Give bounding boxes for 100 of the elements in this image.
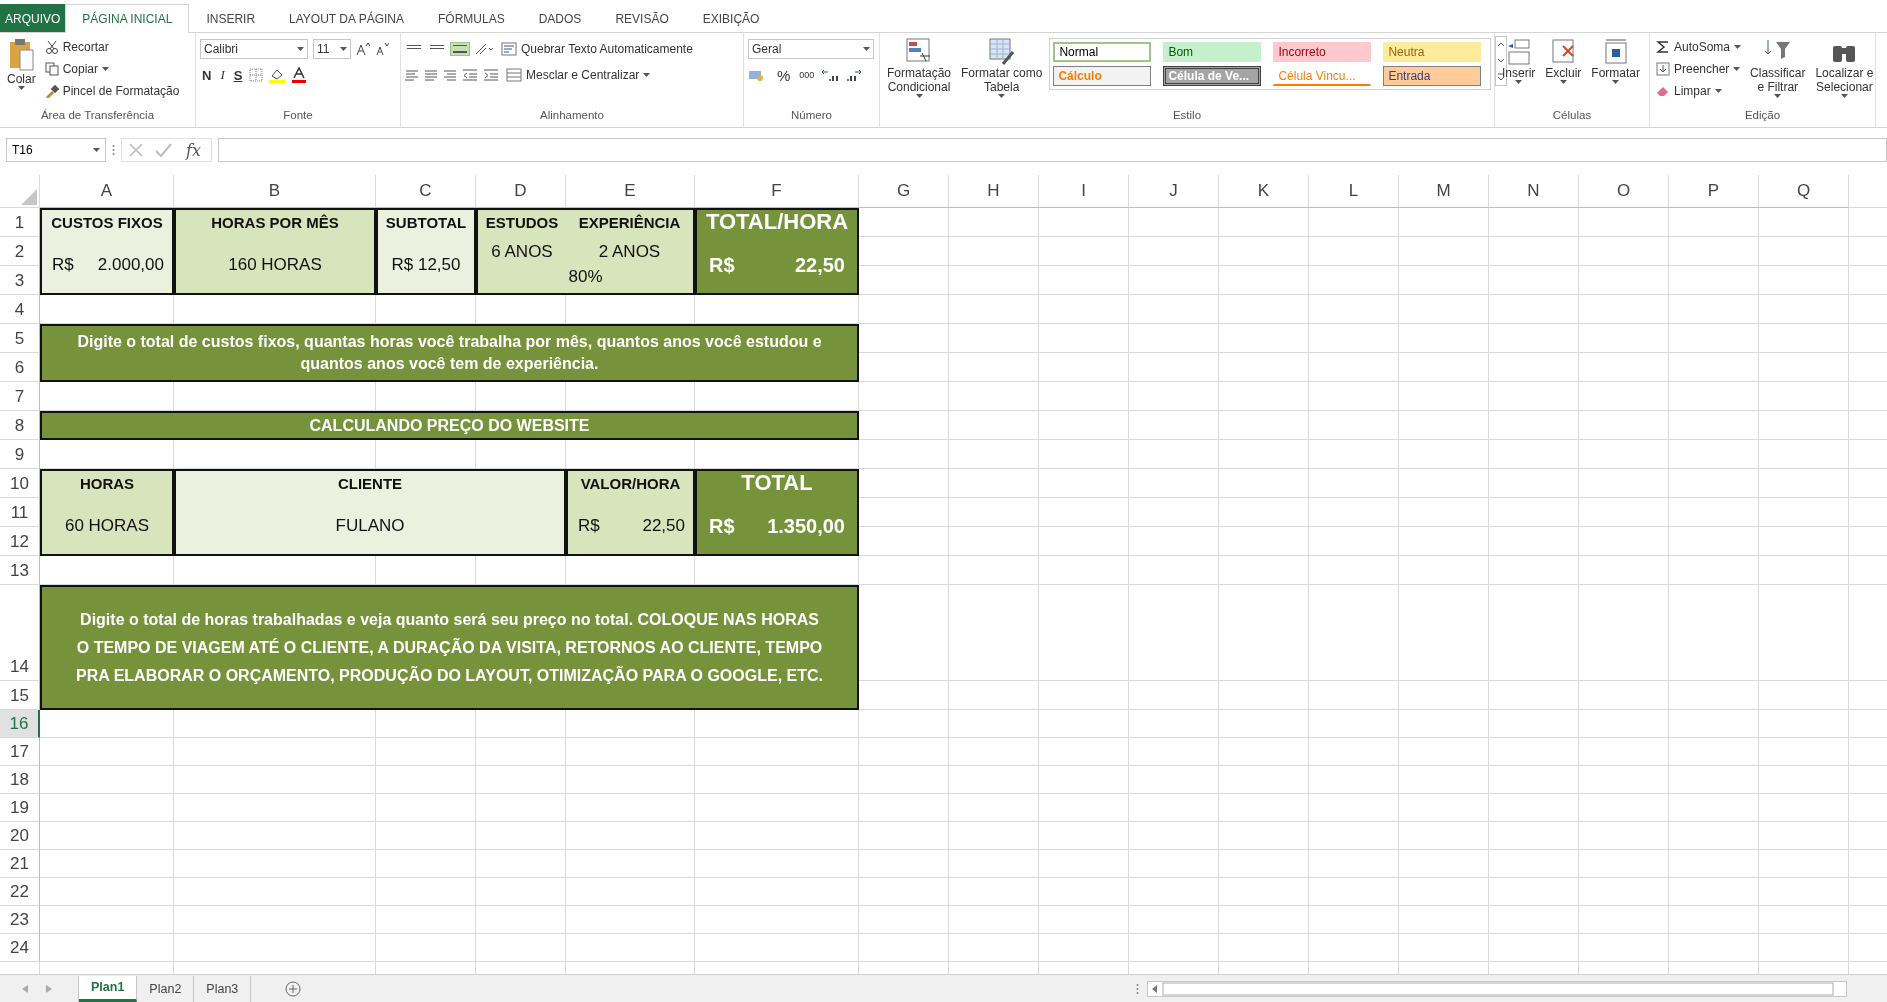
row-header[interactable]: 19 [0, 794, 40, 822]
ribbon-tab[interactable]: INSERIR [189, 4, 273, 32]
cell-style-option[interactable]: Entrada [1383, 66, 1482, 86]
caret-icon[interactable] [643, 73, 651, 77]
caret-icon[interactable] [1774, 94, 1782, 98]
cell-style-option[interactable]: Bom [1163, 42, 1262, 62]
table-cell: 160 HORAS [174, 237, 376, 295]
wrap-text-button[interactable]: Quebrar Texto Automaticamente [499, 38, 695, 60]
shrink-font-icon[interactable] [375, 42, 389, 56]
fill-button[interactable]: Preencher [1654, 58, 1744, 80]
cell-style-option[interactable]: Incorreto [1273, 42, 1372, 62]
delete-button[interactable]: Excluir [1542, 36, 1585, 86]
font-size-field[interactable]: 11 [313, 39, 351, 59]
ribbon-tab[interactable]: LAYOUT DA PÁGINA [272, 4, 421, 32]
cut-button[interactable]: Recortar [42, 36, 182, 58]
copy-button[interactable]: Copiar [42, 58, 182, 80]
ribbon-tab[interactable]: PÁGINA INICIAL [65, 4, 190, 33]
amount-text: 2.000,00 [97, 253, 164, 276]
currency-symbol: R$ [52, 253, 74, 276]
row-header[interactable]: 17 [0, 738, 40, 766]
underline-button[interactable]: S [231, 65, 245, 85]
align-button[interactable] [451, 43, 469, 55]
font-color-icon[interactable] [291, 67, 308, 83]
sheet-tab[interactable]: Plan2 [137, 975, 195, 1002]
scissors-icon [44, 40, 59, 54]
format-as-table-button[interactable]: Formatar como Tabela [958, 36, 1046, 100]
column-label: SUBTOTAL [376, 208, 476, 237]
caret-icon[interactable] [17, 86, 25, 90]
row-header[interactable]: 13 [0, 556, 40, 585]
row-header[interactable]: 16 [0, 710, 40, 738]
fill-color-icon[interactable] [268, 67, 287, 83]
ribbon-tab[interactable]: DADOS [521, 4, 599, 32]
caret-icon[interactable] [998, 94, 1006, 98]
column-label: EXPERIÊNCIA [566, 208, 695, 237]
dots-icon [1136, 982, 1139, 995]
format-painter-button[interactable]: Pincel de Formatação [42, 80, 182, 102]
row-header[interactable]: 7 [0, 382, 40, 411]
thousands-button[interactable]: 000 [797, 68, 817, 82]
grow-font-icon[interactable] [356, 42, 370, 56]
caret-icon[interactable] [297, 47, 304, 51]
table-cell: 2 ANOS [566, 237, 695, 266]
sheet-tab[interactable]: Plan3 [194, 975, 252, 1002]
row-header[interactable]: 21 [0, 850, 40, 878]
add-sheet-icon[interactable] [285, 980, 302, 997]
ribbon-tab[interactable]: REVISÃO [598, 4, 686, 32]
formula-input[interactable] [217, 138, 1887, 162]
decrease-decimal-icon[interactable] [844, 68, 863, 82]
find-select-button[interactable]: Localizar e Selecionar [1812, 36, 1877, 100]
insert-cells-icon [1506, 38, 1531, 66]
amount-text: 22,50 [642, 514, 685, 537]
row-header[interactable]: 9 [0, 440, 40, 469]
percent-button[interactable]: % [775, 64, 793, 86]
ribbon-tab[interactable]: EXIBIÇÃO [685, 4, 777, 32]
clear-button[interactable]: Limpar [1654, 80, 1744, 102]
format-button[interactable]: Formatar [1588, 36, 1644, 86]
cell-style-option[interactable]: Normal [1053, 42, 1152, 62]
row-header[interactable]: 18 [0, 766, 40, 794]
ribbon-tab[interactable]: FÓRMULAS [421, 4, 522, 32]
merge-center-button[interactable]: Mesclar e Centralizar [504, 64, 653, 86]
row-header[interactable]: 23 [0, 906, 40, 934]
caret-icon[interactable] [1714, 89, 1722, 93]
table-cell: 80% [476, 266, 695, 295]
sheet-tab[interactable]: Plan1 [79, 975, 138, 1002]
caret-icon[interactable] [1840, 94, 1848, 98]
caret-icon[interactable] [1612, 80, 1620, 84]
column-label: ESTUDOS [476, 208, 566, 237]
caret-icon[interactable] [1559, 80, 1567, 84]
autosum-button[interactable]: AutoSoma [1654, 36, 1744, 58]
caret-icon[interactable] [1734, 45, 1742, 49]
name-box[interactable]: T16 [6, 138, 106, 162]
row-header[interactable]: 4 [0, 295, 40, 324]
insert-button[interactable]: Inserir [1499, 36, 1539, 86]
dots-icon [112, 144, 115, 156]
caret-icon[interactable] [863, 47, 870, 51]
row-header[interactable]: 20 [0, 822, 40, 850]
note-text: Digite o total de horas trabalhadas e veja quanto será seu preço no total. COLOQUE NAS HORAS O TEMPO DE VIAGEM ATÉ O CLIENTE, A DURAÇÃO DA VISITA, RETORNOS AO CLIENTE, TEMPO PRA ELABORAR O ORÇAMENTO, PRODUÇÃO DO LAYOUT, OTIMIZAÇÃO PARA O GOOGLE, ETC. [40, 585, 859, 710]
font-name-field[interactable]: Calibri [200, 39, 308, 59]
sort-filter-button[interactable]: Classificar e Filtrar [1747, 36, 1809, 100]
row-header[interactable]: 24 [0, 934, 40, 962]
row-header[interactable]: 22 [0, 878, 40, 906]
horizontal-scrollbar-icon[interactable] [1147, 980, 1847, 997]
orientation-icon[interactable] [474, 42, 494, 56]
caret-icon[interactable] [93, 148, 100, 152]
italic-button[interactable]: I [218, 65, 227, 85]
number-format-field[interactable]: Geral [748, 39, 874, 59]
indent-icon[interactable] [483, 68, 499, 82]
caret-icon[interactable] [915, 94, 923, 98]
currency-symbol: R$ [578, 514, 600, 537]
outdent-icon[interactable] [462, 68, 478, 82]
paste-button[interactable]: Colar [4, 36, 39, 92]
caret-icon[interactable] [340, 47, 347, 51]
check-icon[interactable] [154, 142, 172, 158]
file-tab[interactable]: ARQUIVO [0, 4, 66, 32]
cell-style-option[interactable]: Neutra [1383, 42, 1482, 62]
caret-icon[interactable] [102, 67, 110, 71]
increase-decimal-icon[interactable] [821, 68, 840, 82]
caret-icon[interactable] [1733, 67, 1741, 71]
conditional-formatting-button[interactable]: Formatação Condicional [884, 36, 955, 100]
bold-button[interactable]: N [200, 65, 214, 85]
caret-icon[interactable] [1515, 80, 1523, 84]
